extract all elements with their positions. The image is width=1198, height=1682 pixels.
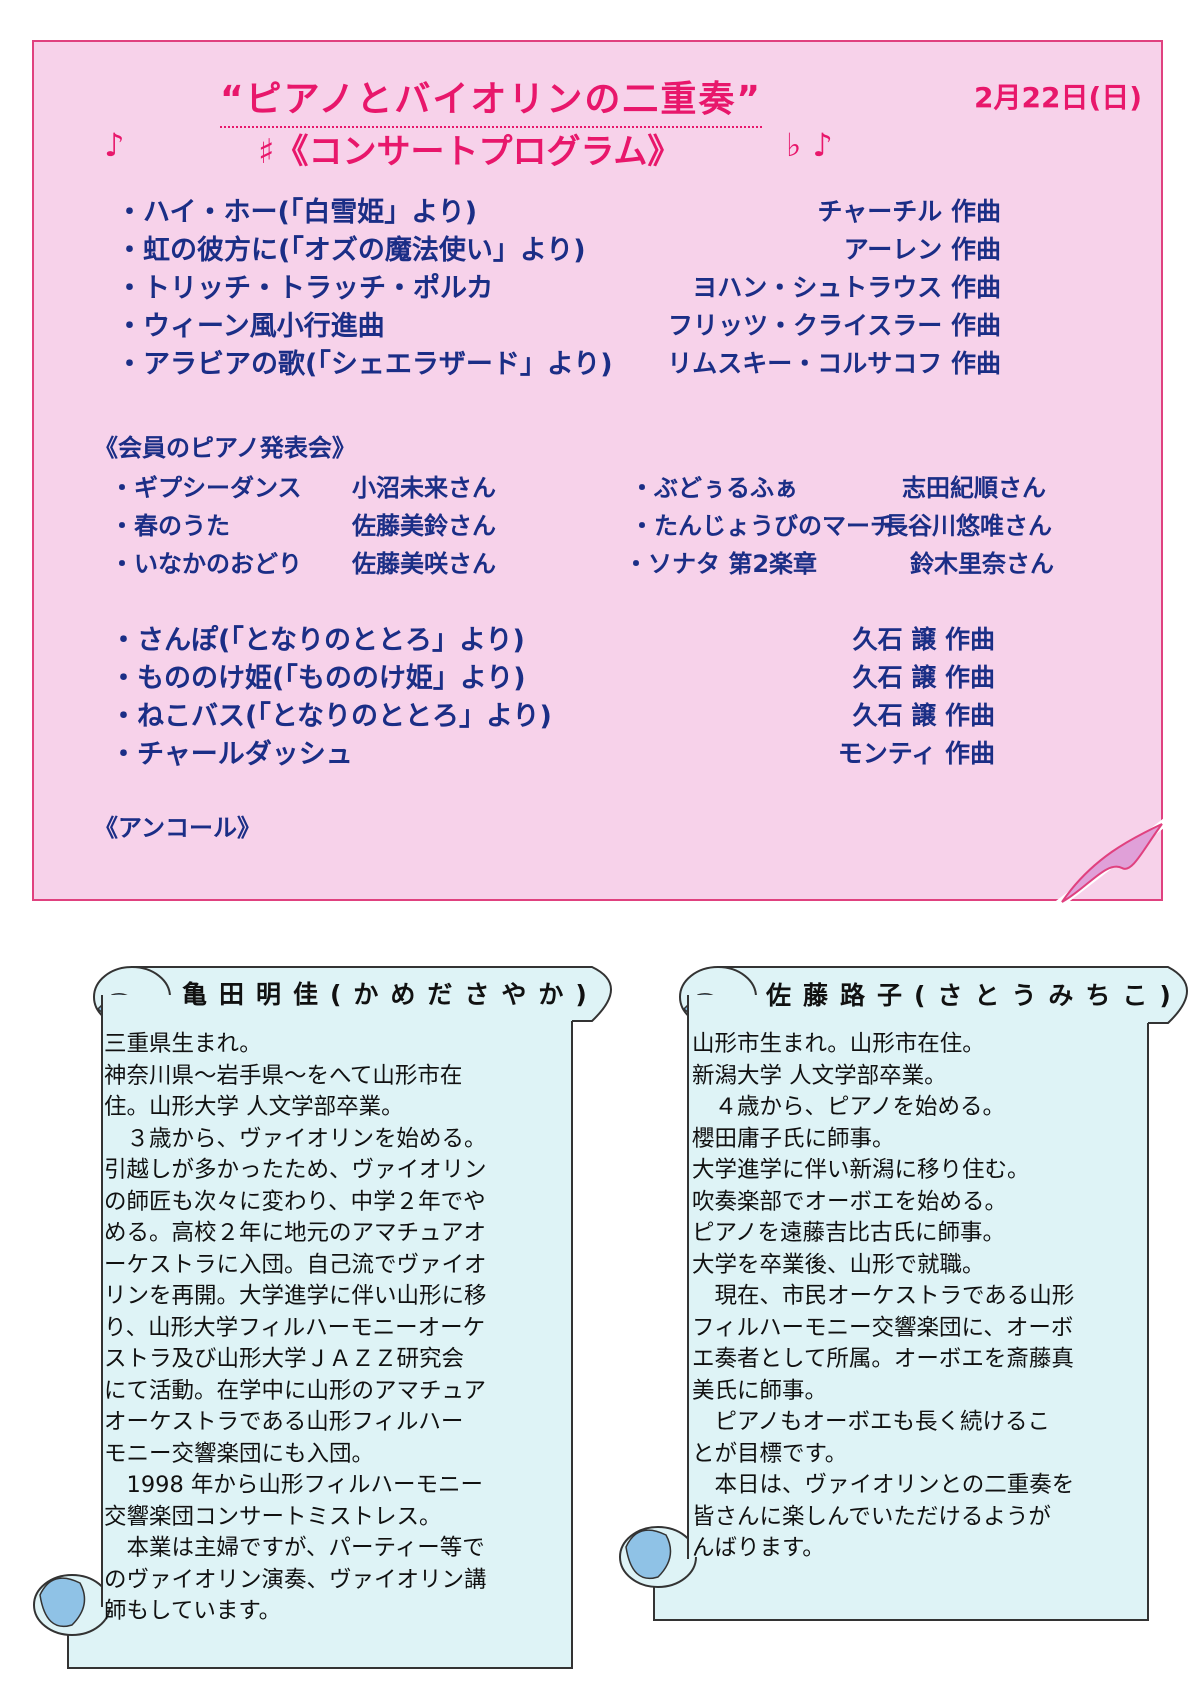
program-item-composer: チャーチル 作曲 xyxy=(817,197,1001,226)
bio-line: リンを再開。大学進学に伴い山形に移 xyxy=(104,1283,487,1309)
bio-line: んばります。 xyxy=(692,1535,825,1561)
profile-bio: 山形市生まれ。山形市在住。 新潟大学 人文学部卒業。 ４歳から、ピアノを始める。… xyxy=(692,1029,1074,1565)
program-item-composer: 久石 譲 作曲 xyxy=(852,701,995,730)
recital-performer: 志田紀順さん xyxy=(902,474,1046,502)
flat-note-icon: ♭ ♪ xyxy=(786,126,833,164)
program-item-title: ・チャールダッシュ xyxy=(110,739,353,770)
concert-title: “ピアノとバイオリンの二重奏” xyxy=(220,70,763,128)
bio-line: 三重県生まれ。 xyxy=(104,1031,262,1057)
bio-line: フィルハーモニー交響楽団に、オーボ xyxy=(692,1314,1074,1341)
bio-line: り、山形大学フィルハーモニーオーケ xyxy=(104,1314,486,1341)
bio-line: ４歳から、ピアノを始める。 xyxy=(692,1094,1005,1120)
bio-line: エ奏者として所属。オーボエを斎藤真 xyxy=(692,1346,1074,1372)
program-item-composer: ヨハン・シュトラウス 作曲 xyxy=(692,273,1001,302)
bio-line: 神奈川県～岩手県～をへて山形市在 xyxy=(104,1062,463,1089)
bio-line: 吹奏楽部でオーボエを始める。 xyxy=(692,1188,1008,1215)
bio-line: 1998 年から山形フィルハーモニー xyxy=(104,1472,483,1498)
program-item-composer: 久石 譲 作曲 xyxy=(852,663,995,692)
bio-line: モニー交響楽団にも入団。 xyxy=(104,1440,375,1467)
program-item-title: ・もののけ姫(「もののけ姫」より) xyxy=(110,663,526,694)
encore-heading: 《アンコール》 xyxy=(94,814,262,842)
profile-name: 佐藤路子(さとうみちこ) xyxy=(766,981,1183,1010)
bio-line: ピアノを遠藤吉比古氏に師事。 xyxy=(692,1220,1005,1246)
bio-line: 新潟大学 人文学部卒業。 xyxy=(692,1062,947,1089)
bio-line: ストラ及び山形大学ＪＡＺＺ研究会 xyxy=(104,1346,465,1372)
program-item-title: ・ウィーン風小行進曲 xyxy=(116,311,385,342)
profile-scroll-left: 亀田明佳(かめださやか) 三重県生まれ。 神奈川県～岩手県～をへて山形市在 住。… xyxy=(32,965,612,1670)
bio-line: める。高校２年に地元のアマチュアオ xyxy=(104,1220,487,1246)
recital-performer: 佐藤美咲さん xyxy=(352,550,496,578)
recital-piece: ・ギプシーダンス xyxy=(110,474,302,502)
recital-piece: ・ぶどぅるふぁ xyxy=(630,474,798,502)
bio-line: ピアノもオーボエも長く続けるこ xyxy=(692,1409,1050,1435)
bio-line: 山形市生まれ。山形市在住。 xyxy=(692,1031,985,1057)
bio-line: 大学を卒業後、山形で就職。 xyxy=(692,1251,985,1278)
recital-piece: ・春のうた xyxy=(110,512,230,540)
program-item-composer: リムスキー・コルサコフ 作曲 xyxy=(667,349,1001,378)
profile-scroll-right: 佐藤路子(さとうみちこ) 山形市生まれ。山形市在住。 新潟大学 人文学部卒業。 … xyxy=(618,965,1190,1625)
bio-line: 櫻田庸子氏に師事。 xyxy=(692,1125,895,1152)
bio-line: にて活動。在学中に山形のアマチュア xyxy=(104,1377,487,1404)
bio-line: 交響楽団コンサートミストレス。 xyxy=(104,1503,442,1530)
bio-line: 本日は、ヴァイオリンとの二重奏を xyxy=(692,1472,1075,1498)
bio-line: オーケストラである山形フィルハー xyxy=(104,1409,464,1435)
bio-line: 本業は主婦ですが、パーティー等で xyxy=(104,1535,485,1561)
bio-line: 住。山形大学 人文学部卒業。 xyxy=(104,1094,404,1120)
bio-line: 大学進学に伴い新潟に移り住む。 xyxy=(692,1157,1030,1183)
program-item-title: ・虹の彼方に(「オズの魔法使い」より) xyxy=(116,235,586,266)
program-item-title: ・さんぽ(「となりのととろ」より) xyxy=(110,625,525,656)
recital-piece: ・たんじょうびのマーチ xyxy=(630,512,894,540)
music-note-icon: ♪ xyxy=(104,126,125,164)
profile-name: 亀田明佳(かめださやか) xyxy=(182,980,599,1009)
program-item-title: ・トリッチ・トラッチ・ポルカ xyxy=(116,273,494,304)
program-item-title: ・アラビアの歌(「シェエラザード」より) xyxy=(116,349,613,380)
program-item-composer: モンティ 作曲 xyxy=(837,739,995,768)
concert-date: 2月22日(日) xyxy=(974,81,1143,114)
recital-piece: ・ソナタ 第2楽章 xyxy=(624,550,818,578)
program-item-title: ・ハイ・ホー(「白雪姫」より) xyxy=(116,197,478,228)
program-item-title: ・ねこバス(「となりのととろ」より) xyxy=(110,701,552,732)
program-item-composer: フリッツ・クライスラー 作曲 xyxy=(668,311,1001,340)
bio-line: 師もしています。 xyxy=(104,1598,282,1624)
recital-piece: ・いなかのおどり xyxy=(110,550,302,578)
recital-heading: 《会員のピアノ発表会》 xyxy=(94,434,356,462)
recital-performer: 佐藤美鈴さん xyxy=(352,512,496,540)
program-item-composer: 久石 譲 作曲 xyxy=(852,625,995,654)
bio-line: のヴァイオリン演奏、ヴァイオリン講 xyxy=(104,1566,487,1593)
program-subtitle: ♯《コンサートプログラム》 xyxy=(258,132,682,172)
page-curl-icon xyxy=(1052,818,1164,904)
bio-line: 美氏に師事。 xyxy=(692,1377,828,1404)
bio-line: とが目標です。 xyxy=(692,1440,848,1467)
recital-performer: 長谷川悠唯さん xyxy=(884,512,1052,540)
bio-line: 現在、市民オーケストラである山形 xyxy=(692,1283,1075,1309)
bio-line: 皆さんに楽しんでいただけるようが xyxy=(692,1503,1051,1530)
bio-line: 引越しが多かったため、ヴァイオリン xyxy=(104,1157,487,1183)
bio-line: の師匠も次々に変わり、中学２年でや xyxy=(104,1188,486,1215)
profile-bio: 三重県生まれ。 神奈川県～岩手県～をへて山形市在 住。山形大学 人文学部卒業。 … xyxy=(104,1029,487,1628)
bio-line: ーケストラに入団。自己流でヴァイオ xyxy=(104,1251,487,1278)
bio-line: ３歳から、ヴァイオリンを始める。 xyxy=(104,1125,487,1152)
recital-performer: 鈴木里奈さん xyxy=(910,550,1054,578)
program-card: “ピアノとバイオリンの二重奏” 2月22日(日) ♪ ♯《コンサートプログラム》… xyxy=(32,40,1163,901)
recital-performer: 小沼未来さん xyxy=(352,474,496,502)
program-item-composer: アーレン 作曲 xyxy=(843,235,1001,264)
